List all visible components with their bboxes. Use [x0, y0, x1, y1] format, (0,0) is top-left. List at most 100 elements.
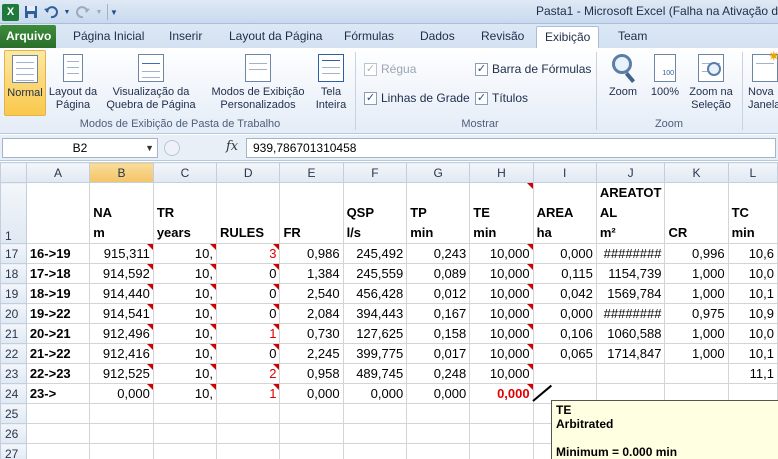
cell-h[interactable]: [469, 443, 534, 459]
cell-a[interactable]: 21->22: [25, 343, 91, 364]
column-header-d[interactable]: D: [215, 162, 281, 183]
insert-function-icon[interactable]: fx: [226, 139, 238, 154]
tab-dados[interactable]: Dados: [420, 26, 455, 48]
cell-b[interactable]: [89, 443, 154, 459]
cell-a[interactable]: [25, 423, 91, 444]
cell-g[interactable]: [406, 443, 471, 459]
tab-pagina-inicial[interactable]: Página Inicial: [73, 26, 144, 48]
row-header[interactable]: 17: [0, 243, 27, 264]
cell-k[interactable]: [664, 363, 729, 384]
cell-j[interactable]: 1569,784: [595, 283, 666, 304]
cell-c[interactable]: 10,: [152, 363, 217, 384]
custom-views-button[interactable]: Modos de Exibição Personalizados: [206, 50, 310, 116]
expand-icon[interactable]: [164, 140, 180, 156]
header-cell-qsp[interactable]: QSP l/s: [342, 182, 408, 244]
cell-b[interactable]: 914,440: [89, 283, 154, 304]
cell-f[interactable]: 127,625: [342, 323, 408, 344]
zoom-to-selection-button[interactable]: Zoom na Seleção: [686, 50, 736, 116]
cell-f[interactable]: [342, 443, 408, 459]
cell-i[interactable]: 0,065: [532, 343, 597, 364]
row-header[interactable]: 20: [0, 303, 27, 324]
cell-j[interactable]: ########: [595, 243, 666, 264]
cell-k[interactable]: 1,000: [664, 283, 729, 304]
cell-j[interactable]: 1154,739: [595, 263, 666, 284]
cell-i[interactable]: 0,115: [532, 263, 597, 284]
cell-h[interactable]: 10,000: [469, 243, 534, 264]
cell-i[interactable]: 0,106: [532, 323, 597, 344]
column-header-b[interactable]: B: [89, 162, 154, 183]
cell-j[interactable]: ########: [595, 303, 666, 324]
cell-b[interactable]: [89, 403, 154, 424]
cell-c[interactable]: [152, 423, 217, 444]
cell-j[interactable]: 1714,847: [595, 343, 666, 364]
column-header-f[interactable]: F: [342, 162, 408, 183]
cell-g[interactable]: 0,248: [406, 363, 471, 384]
cell-e[interactable]: 2,084: [279, 303, 344, 324]
cell-a[interactable]: 16->19: [25, 243, 91, 264]
cell-c[interactable]: 10,: [152, 383, 217, 404]
cell-j[interactable]: [595, 363, 666, 384]
cell-d[interactable]: 0: [215, 263, 281, 284]
cell-f[interactable]: [342, 423, 408, 444]
cell-f[interactable]: 245,559: [342, 263, 408, 284]
excel-logo[interactable]: X: [2, 3, 19, 21]
cell-d[interactable]: 1: [215, 323, 281, 344]
cell-e[interactable]: 0,986: [279, 243, 344, 264]
column-header-i[interactable]: I: [532, 162, 597, 183]
column-header-h[interactable]: H: [469, 162, 534, 183]
cell-l[interactable]: 10,9: [727, 303, 778, 324]
cell-e[interactable]: [279, 443, 344, 459]
ruler-checkbox[interactable]: ✓ Régua: [364, 62, 416, 76]
cell-d[interactable]: 2: [215, 363, 281, 384]
select-all-corner[interactable]: [0, 162, 27, 183]
header-cell-tr[interactable]: TR years: [152, 182, 217, 244]
cell-a[interactable]: [25, 443, 91, 459]
cell-h[interactable]: [469, 403, 534, 424]
cell-i[interactable]: 0,000: [532, 243, 597, 264]
cell-a[interactable]: 23->: [25, 383, 91, 404]
cell-i[interactable]: 0,042: [532, 283, 597, 304]
cell-h[interactable]: 10,000: [469, 283, 534, 304]
tab-layout-da-pagina[interactable]: Layout da Página: [229, 26, 322, 48]
cell-e[interactable]: 0,000: [279, 383, 344, 404]
cell-c[interactable]: 10,: [152, 283, 217, 304]
cell-a[interactable]: [25, 403, 91, 424]
row-header[interactable]: 23: [0, 363, 27, 384]
cell-a[interactable]: 19->22: [25, 303, 91, 324]
row-header[interactable]: 26: [0, 423, 27, 444]
cell-h[interactable]: 0,000: [469, 383, 534, 404]
redo-dropdown-icon[interactable]: ▼: [95, 4, 103, 20]
column-header-a[interactable]: A: [25, 162, 91, 183]
row-header[interactable]: 22: [0, 343, 27, 364]
cell-g[interactable]: [406, 403, 471, 424]
tab-inserir[interactable]: Inserir: [169, 26, 202, 48]
cell-b[interactable]: 914,541: [89, 303, 154, 324]
tab-formulas[interactable]: Fórmulas: [344, 26, 394, 48]
cell-g[interactable]: 0,017: [406, 343, 471, 364]
cell-l[interactable]: 11,1: [727, 363, 778, 384]
cell-a[interactable]: 18->19: [25, 283, 91, 304]
zoom-100-button[interactable]: 100 100%: [647, 50, 683, 116]
cell-b[interactable]: 914,592: [89, 263, 154, 284]
cell-comment[interactable]: TE Arbitrated Minimum = 0.000 min: [551, 400, 778, 459]
row-header[interactable]: 18: [0, 263, 27, 284]
cell-c[interactable]: [152, 403, 217, 424]
cell-d[interactable]: 0: [215, 343, 281, 364]
cell-d[interactable]: [215, 443, 281, 459]
headings-checkbox[interactable]: ✓ Títulos: [475, 91, 528, 105]
page-layout-view-button[interactable]: Layout da Página: [47, 50, 99, 116]
cell-d[interactable]: 3: [215, 243, 281, 264]
row-header[interactable]: 27: [0, 443, 27, 459]
cell-g[interactable]: 0,158: [406, 323, 471, 344]
cell-b[interactable]: 912,525: [89, 363, 154, 384]
cell-k[interactable]: 1,000: [664, 343, 729, 364]
name-box[interactable]: B2 ▼: [2, 138, 158, 158]
cell-d[interactable]: 0: [215, 283, 281, 304]
header-cell-tc[interactable]: TC min: [727, 182, 778, 244]
cell-c[interactable]: 10,: [152, 303, 217, 324]
new-window-button[interactable]: ✷ Nova Janela: [748, 49, 778, 116]
cell-c[interactable]: 10,: [152, 243, 217, 264]
cell-i[interactable]: [532, 363, 597, 384]
header-cell-rules[interactable]: RULES: [215, 182, 281, 244]
cell-f[interactable]: 0,000: [342, 383, 408, 404]
